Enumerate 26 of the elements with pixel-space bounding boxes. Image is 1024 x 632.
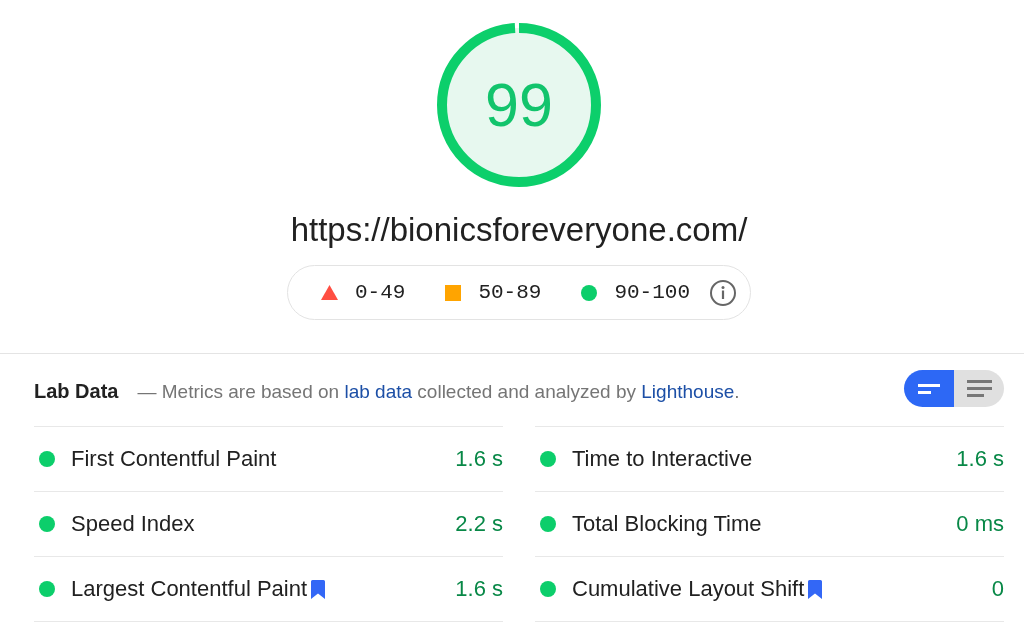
legend-range: 50-89 [478, 281, 542, 304]
metric-label: Time to Interactive [572, 446, 753, 472]
metric-label: Speed Index [71, 511, 195, 537]
list-view-button[interactable] [954, 370, 1004, 407]
score-value: 99 [485, 74, 553, 136]
metric-value: 1.6 s [455, 446, 503, 472]
metric-label: Cumulative Layout Shift [572, 576, 805, 602]
lines-icon [966, 380, 992, 397]
section-description: — Metrics are based on lab data collected and analyzed by Lighthouse. [137, 380, 740, 403]
metric-label: Largest Contentful Paint [71, 576, 308, 602]
legend-range: 90-100 [614, 281, 691, 304]
description-link[interactable]: lab data [344, 380, 413, 402]
short-lines-icon [918, 383, 940, 394]
metric-value: 0 [991, 576, 1004, 602]
metric-value: 1.6 s [455, 576, 503, 602]
legend-range: 0-49 [354, 281, 406, 304]
description-link[interactable]: Lighthouse [641, 380, 735, 402]
info-icon[interactable] [710, 279, 737, 306]
metric-value: 2.2 s [455, 511, 503, 537]
metric-value: 0 ms [956, 511, 1004, 537]
metric-label: First Contentful Paint [71, 446, 277, 472]
page-url: https://bionicsforeveryone.com/ [290, 210, 748, 250]
metric-label: Total Blocking Time [572, 511, 762, 537]
metric-value: 1.6 s [956, 446, 1004, 472]
summary-view-button[interactable] [904, 370, 954, 407]
section-title: Lab Data [34, 380, 119, 403]
